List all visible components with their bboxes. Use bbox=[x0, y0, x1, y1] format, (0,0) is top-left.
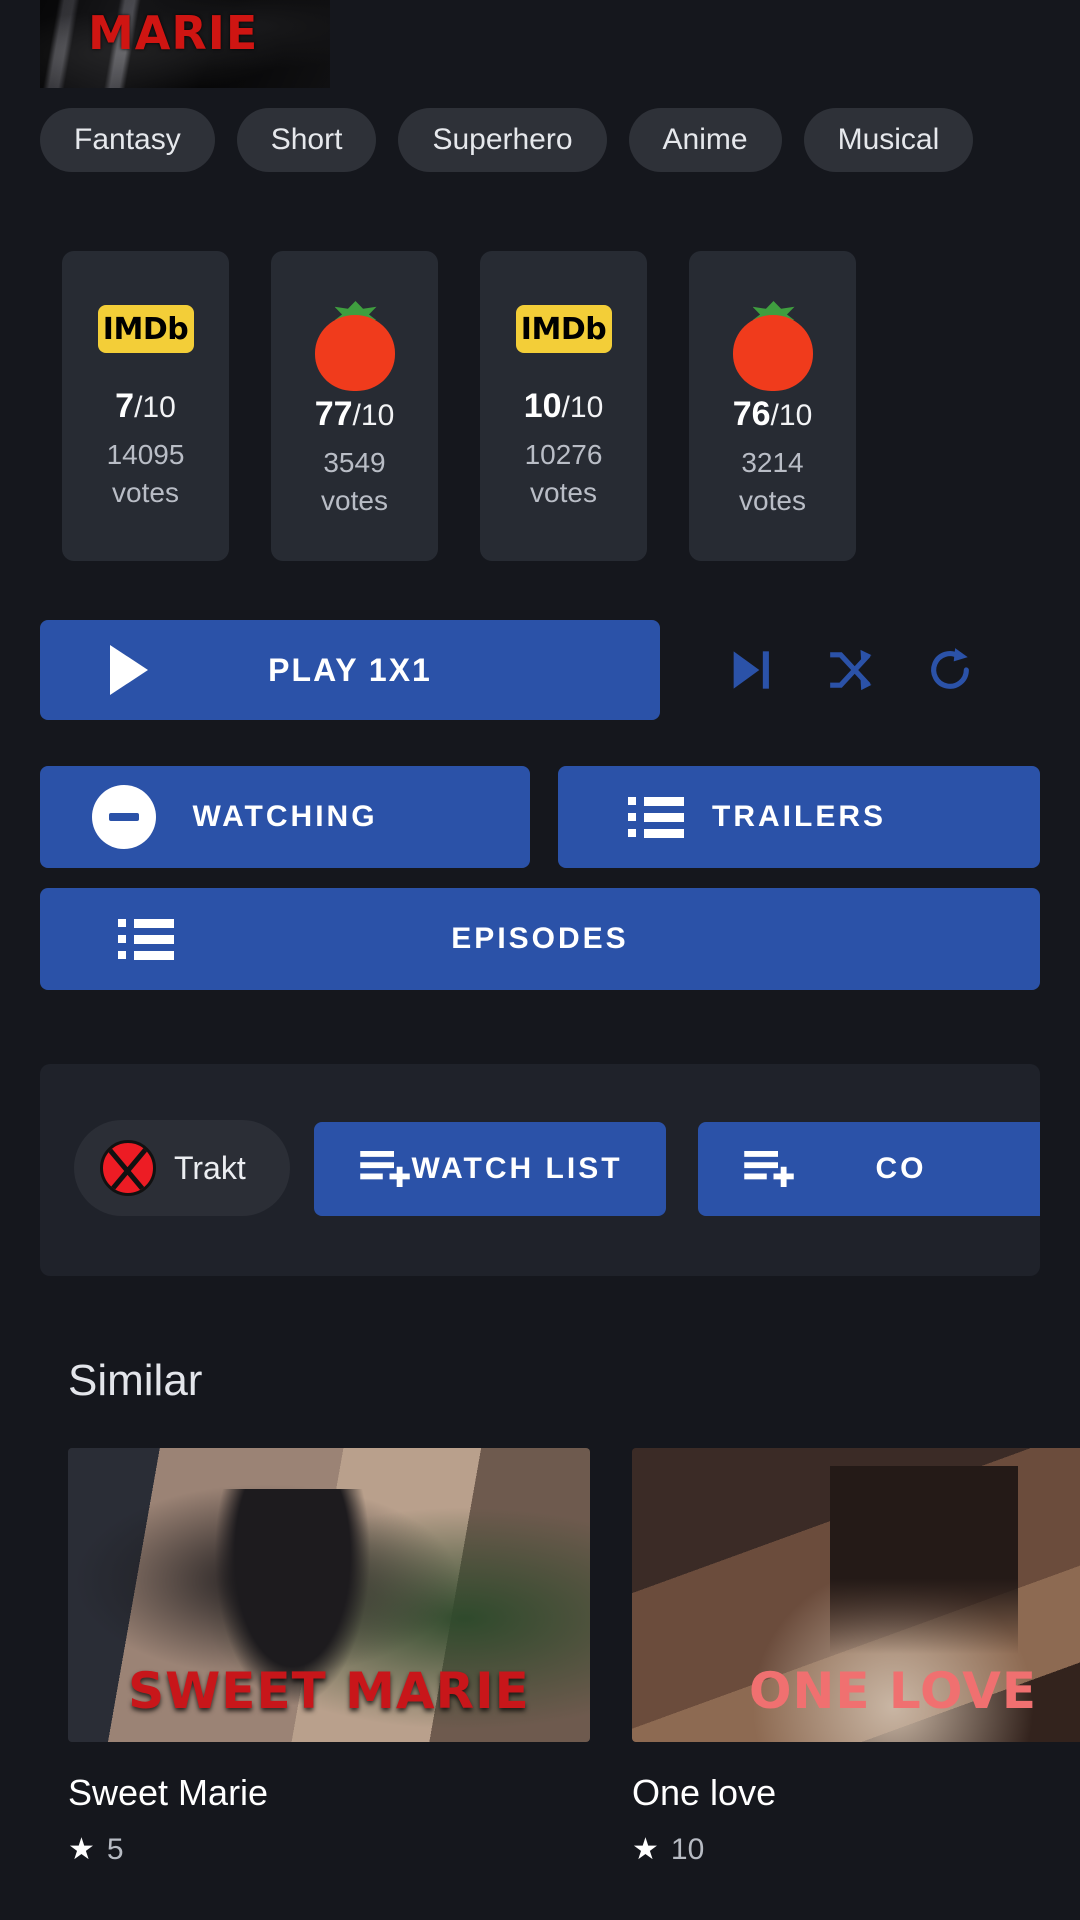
votes-label: votes bbox=[739, 485, 806, 516]
trailers-button[interactable]: TRAILERS bbox=[558, 766, 1040, 868]
tomato-body-icon bbox=[314, 315, 395, 391]
episodes-button[interactable]: EPISODES bbox=[40, 888, 1040, 990]
tomato-body-icon bbox=[732, 315, 813, 391]
rating-denominator: /10 bbox=[134, 391, 176, 424]
list-icon bbox=[118, 918, 174, 960]
rating-value: 10 bbox=[523, 387, 562, 425]
star-icon: ★ bbox=[632, 1833, 659, 1866]
rating-score: 77 /10 bbox=[315, 395, 395, 434]
rating-card-imdb-2[interactable]: IMDb 10 /10 10276 votes bbox=[480, 251, 647, 561]
votes-count: 3214 bbox=[741, 447, 804, 478]
similar-section-title: Similar bbox=[68, 1356, 203, 1405]
play-icon bbox=[110, 645, 148, 695]
rating-score: 10 /10 bbox=[524, 387, 604, 426]
add-to-list-icon bbox=[744, 1151, 794, 1187]
rating-votes: 14095 votes bbox=[107, 436, 185, 512]
similar-card-sweet-marie[interactable]: SWEET MARIE Sweet Marie ★ 5 bbox=[68, 1448, 590, 1920]
tomato-icon bbox=[307, 301, 403, 391]
tomato-icon bbox=[725, 301, 821, 391]
poster-title-text: SWEET MARIE bbox=[128, 1662, 530, 1720]
similar-poster[interactable]: SWEET MARIE bbox=[68, 1448, 590, 1742]
rating-value: 76 bbox=[732, 395, 771, 433]
rating-value: 77 bbox=[314, 395, 353, 433]
poster-title-text: ONE LOVE bbox=[748, 1662, 1037, 1720]
rating-card-tomato-1[interactable]: 77 /10 3549 votes bbox=[271, 251, 438, 561]
votes-count: 10276 bbox=[524, 439, 603, 470]
imdb-badge-icon: IMDb bbox=[97, 305, 194, 353]
play-button[interactable]: PLAY 1X1 bbox=[40, 620, 660, 720]
ratings-row: IMDb 7 /10 14095 votes 77 /10 3549 votes… bbox=[0, 251, 1080, 561]
rating-votes: 3214 votes bbox=[739, 444, 806, 520]
genre-chip-musical[interactable]: Musical bbox=[803, 108, 974, 172]
rating-card-tomato-2[interactable]: 76 /10 3214 votes bbox=[689, 251, 856, 561]
trakt-panel: Trakt WATCH LIST CO bbox=[40, 1064, 1040, 1276]
show-backdrop-banner[interactable]: MARIE bbox=[40, 0, 330, 88]
refresh-icon bbox=[931, 648, 969, 689]
similar-card-one-love[interactable]: ONE LOVE One love ★ 10 bbox=[632, 1448, 1080, 1920]
genre-chip-fantasy[interactable]: Fantasy bbox=[40, 108, 215, 172]
votes-count: 14095 bbox=[106, 439, 185, 470]
add-to-list-icon bbox=[360, 1151, 410, 1187]
similar-rating-value: 5 bbox=[106, 1832, 124, 1866]
rating-votes: 3549 votes bbox=[321, 444, 388, 520]
watching-button[interactable]: WATCHING bbox=[40, 766, 530, 868]
similar-item-name: One love bbox=[632, 1772, 777, 1813]
list-icon bbox=[628, 796, 684, 838]
play-next-button[interactable] bbox=[700, 620, 800, 720]
votes-label: votes bbox=[112, 477, 179, 508]
rating-score: 76 /10 bbox=[733, 395, 813, 434]
similar-item-rating: ★ 10 bbox=[632, 1832, 1080, 1867]
similar-item-rating: ★ 5 bbox=[68, 1832, 590, 1867]
refresh-button[interactable] bbox=[900, 620, 1000, 720]
imdb-badge-icon: IMDb bbox=[515, 305, 612, 353]
rating-denominator: /10 bbox=[352, 399, 395, 432]
play-next-icon bbox=[733, 651, 769, 689]
playback-controls-row: PLAY 1X1 bbox=[40, 620, 1040, 720]
similar-rating-value: 10 bbox=[670, 1832, 705, 1866]
rating-score: 7 /10 bbox=[115, 387, 176, 426]
rating-card-imdb-1[interactable]: IMDb 7 /10 14095 votes bbox=[62, 251, 229, 561]
similar-poster[interactable]: ONE LOVE bbox=[632, 1448, 1080, 1742]
genre-chip-superhero[interactable]: Superhero bbox=[398, 108, 607, 172]
minus-circle-icon bbox=[92, 785, 156, 849]
votes-label: votes bbox=[530, 477, 597, 508]
votes-count: 3549 bbox=[323, 447, 386, 478]
backdrop-title: MARIE bbox=[88, 6, 259, 60]
rating-votes: 10276 votes bbox=[525, 436, 603, 512]
trakt-service-chip[interactable]: Trakt bbox=[74, 1120, 290, 1216]
similar-items-row: SWEET MARIE Sweet Marie ★ 5 ONE LOVE One… bbox=[0, 1448, 1080, 1920]
rating-value: 7 bbox=[115, 387, 135, 425]
similar-item-name: Sweet Marie bbox=[68, 1772, 269, 1813]
watch-list-button[interactable]: WATCH LIST bbox=[314, 1122, 666, 1216]
genre-chip-anime[interactable]: Anime bbox=[628, 108, 782, 172]
rating-denominator: /10 bbox=[770, 399, 813, 432]
episodes-button-label: EPISODES bbox=[451, 922, 629, 955]
collection-button[interactable]: CO bbox=[698, 1122, 1040, 1216]
rating-denominator: /10 bbox=[561, 391, 604, 424]
star-icon: ★ bbox=[68, 1833, 95, 1866]
votes-label: votes bbox=[321, 485, 388, 516]
genre-chip-list[interactable]: Fantasy Short Superhero Anime Musical bbox=[0, 108, 1080, 172]
shuffle-button[interactable] bbox=[800, 620, 900, 720]
trakt-logo-icon bbox=[100, 1140, 156, 1196]
genre-chip-short[interactable]: Short bbox=[236, 108, 377, 172]
trakt-label: Trakt bbox=[174, 1149, 246, 1186]
shuffle-icon bbox=[830, 649, 872, 691]
